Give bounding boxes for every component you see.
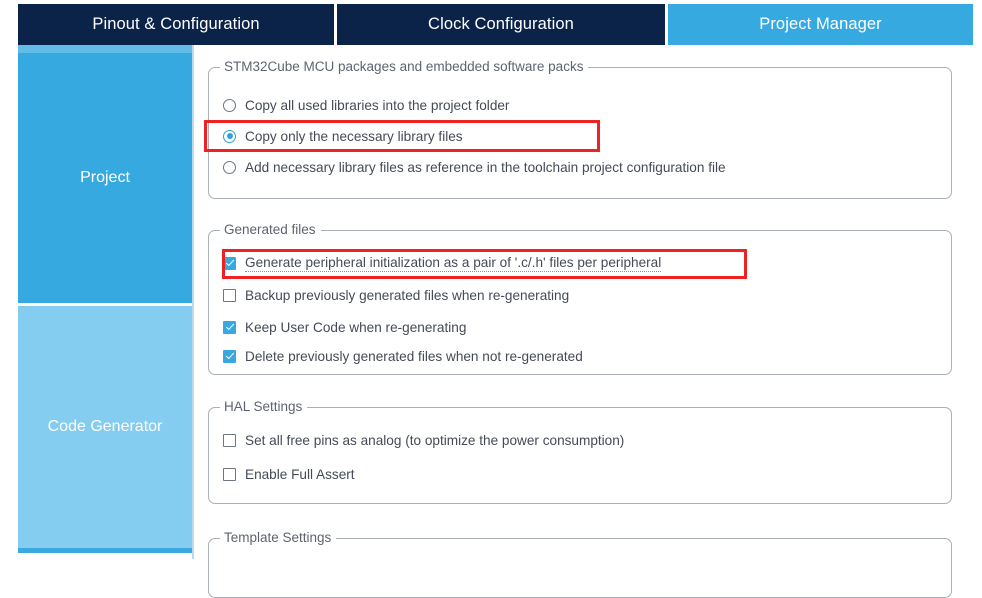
checkbox-checked-icon bbox=[223, 320, 236, 334]
group-generated-files: Generated files Generate peripheral init… bbox=[208, 222, 952, 375]
radio-add-library-files-as-reference[interactable]: Add necessary library files as reference… bbox=[223, 156, 726, 178]
checkbox-icon bbox=[223, 288, 236, 302]
radio-copy-all-used-libraries[interactable]: Copy all used libraries into the project… bbox=[223, 94, 509, 116]
checkbox-checked-icon bbox=[223, 256, 236, 270]
tab-project-manager[interactable]: Project Manager bbox=[668, 4, 973, 45]
checkbox-delete-previously-generated-files-label: Delete previously generated files when n… bbox=[245, 348, 583, 364]
radio-copy-all-used-libraries-label: Copy all used libraries into the project… bbox=[245, 97, 510, 113]
sidebar-item-code-generator[interactable]: Code Generator bbox=[18, 306, 192, 548]
group-hal-settings: HAL Settings Set all free pins as analog… bbox=[208, 399, 952, 504]
sidebar: Project Code Generator bbox=[18, 45, 192, 553]
group-hal-settings-title: HAL Settings bbox=[220, 399, 308, 414]
checkbox-set-all-free-pins-as-analog[interactable]: Set all free pins as analog (to optimize… bbox=[223, 429, 624, 451]
checkbox-icon bbox=[223, 433, 236, 447]
sidebar-item-project-label: Project bbox=[80, 169, 130, 186]
tab-pinout-configuration[interactable]: Pinout & Configuration bbox=[18, 4, 334, 45]
group-template-settings-title: Template Settings bbox=[220, 530, 337, 545]
checkbox-checked-icon bbox=[223, 349, 236, 363]
tab-clock-configuration[interactable]: Clock Configuration bbox=[337, 4, 665, 45]
checkbox-icon bbox=[223, 467, 236, 481]
project-manager-pane: STM32Cube MCU packages and embedded soft… bbox=[192, 45, 982, 598]
radio-copy-only-necessary-library-files[interactable]: Copy only the necessary library files bbox=[223, 125, 463, 147]
sidebar-item-project[interactable]: Project bbox=[18, 53, 192, 303]
sidebar-top-strip bbox=[18, 45, 192, 53]
radio-copy-only-necessary-library-files-label: Copy only the necessary library files bbox=[245, 128, 463, 144]
checkbox-backup-previously-generated-files[interactable]: Backup previously generated files when r… bbox=[223, 284, 569, 306]
checkbox-keep-user-code-label: Keep User Code when re-generating bbox=[245, 319, 467, 335]
checkbox-enable-full-assert-label: Enable Full Assert bbox=[245, 466, 355, 482]
radio-icon bbox=[223, 160, 236, 174]
checkbox-keep-user-code[interactable]: Keep User Code when re-generating bbox=[223, 316, 466, 338]
checkbox-delete-previously-generated-files[interactable]: Delete previously generated files when n… bbox=[223, 345, 583, 367]
group-mcu-packages: STM32Cube MCU packages and embedded soft… bbox=[208, 59, 952, 199]
checkbox-set-all-free-pins-as-analog-label: Set all free pins as analog (to optimize… bbox=[245, 432, 625, 448]
stm32cubemx-window: Pinout & Configuration Clock Configurati… bbox=[0, 0, 982, 598]
group-mcu-packages-title: STM32Cube MCU packages and embedded soft… bbox=[220, 59, 589, 74]
checkbox-generate-peripheral-init-pair[interactable]: Generate peripheral initialization as a … bbox=[223, 252, 662, 274]
radio-selected-icon bbox=[223, 129, 236, 143]
radio-add-library-files-as-reference-label: Add necessary library files as reference… bbox=[245, 159, 726, 175]
sidebar-bottom-strip bbox=[18, 548, 192, 553]
checkbox-generate-peripheral-init-pair-label: Generate peripheral initialization as a … bbox=[245, 254, 662, 272]
checkbox-enable-full-assert[interactable]: Enable Full Assert bbox=[223, 463, 355, 485]
checkbox-backup-previously-generated-files-label: Backup previously generated files when r… bbox=[245, 287, 570, 303]
sidebar-item-code-generator-label: Code Generator bbox=[47, 418, 163, 435]
group-generated-files-title: Generated files bbox=[220, 222, 321, 237]
group-template-settings: Template Settings bbox=[208, 530, 952, 598]
main-tab-bar: Pinout & Configuration Clock Configurati… bbox=[18, 4, 973, 45]
radio-icon bbox=[223, 98, 236, 112]
